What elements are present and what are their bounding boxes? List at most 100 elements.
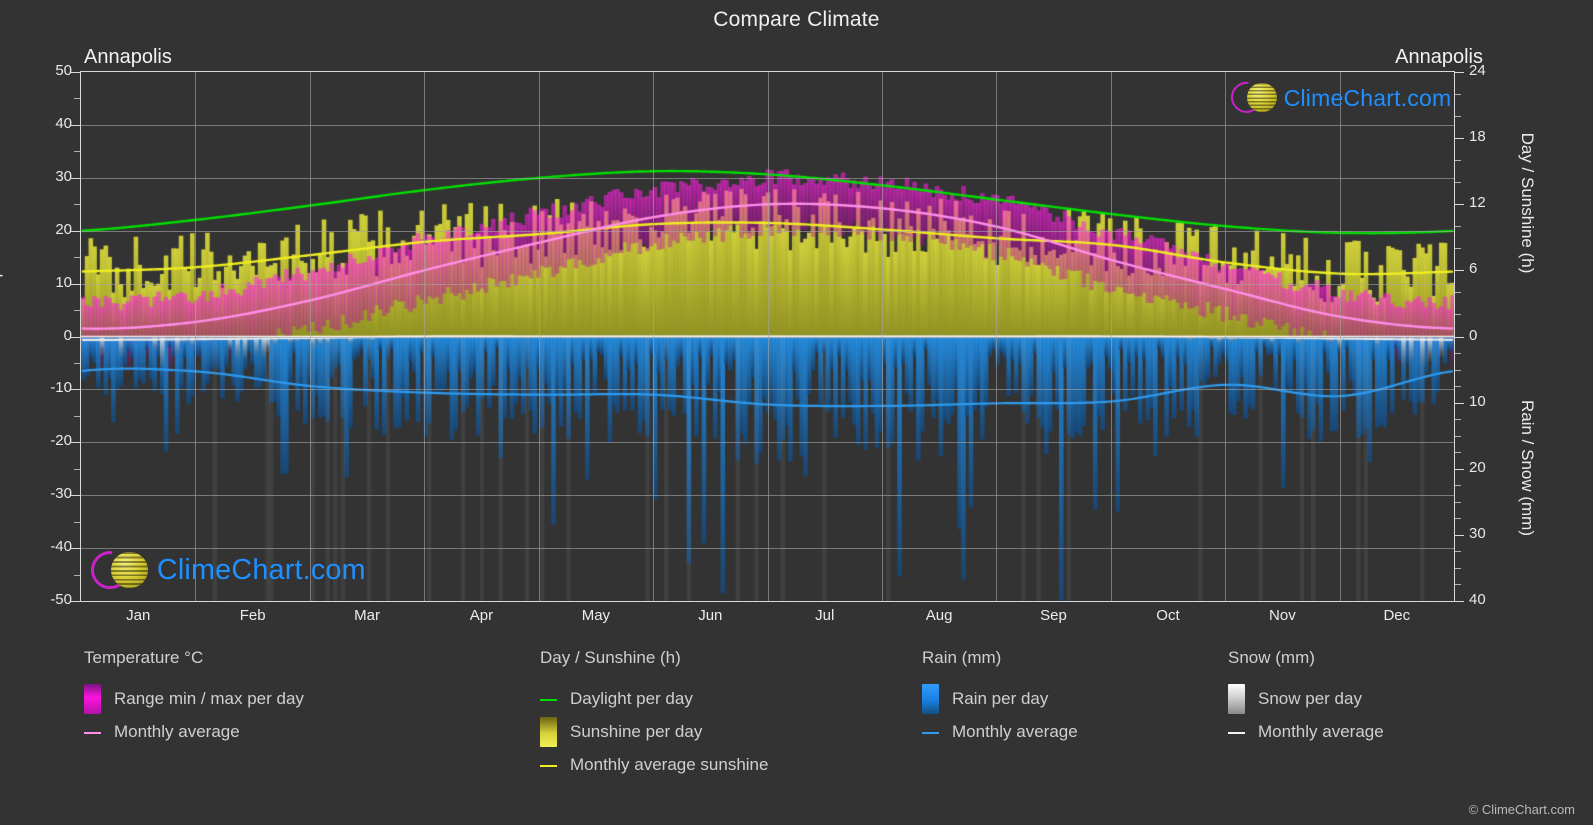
y-axis-right-bottom-tick-label: 40	[1469, 591, 1486, 608]
legend-item[interactable]: Snow per day	[1228, 682, 1384, 715]
legend-item-label: Monthly average sunshine	[570, 754, 769, 774]
climechart-logo-icon	[83, 542, 157, 597]
legend-line-icon	[922, 717, 939, 747]
legend-item[interactable]: Monthly average	[84, 715, 304, 748]
legend-line-icon	[1228, 717, 1245, 747]
y-axis-left-tick-label: 40	[55, 114, 72, 132]
legend-line-icon	[540, 684, 557, 714]
x-axis-tick-label: Jan	[126, 607, 151, 624]
legend-column-rain-mm: Rain (mm) Rain per day Monthly average	[922, 648, 1078, 748]
y-axis-right-bottom-tick-label: 20	[1469, 458, 1486, 476]
legend-item-label: Rain per day	[952, 688, 1049, 708]
y-axis-left-tick-label: 0	[63, 326, 72, 344]
y-axis-right-tick-minor	[1455, 353, 1461, 354]
y-axis-right-top-tick-label: 0	[1469, 326, 1478, 344]
legend-item[interactable]: Monthly average	[1228, 715, 1384, 748]
y-axis-right-tick-minor	[1455, 502, 1461, 503]
y-axis-right-tick-minor	[1455, 386, 1461, 387]
y-axis-left-tick-label: 20	[55, 220, 72, 238]
watermark-logo-top: ClimeChart.com	[1224, 76, 1451, 120]
page-title: Compare Climate	[713, 8, 880, 31]
y-axis-right-tick	[1455, 535, 1464, 536]
climechart-logo-icon	[1224, 76, 1284, 120]
y-axis-left-tick-minor	[74, 416, 80, 417]
legend-item[interactable]: Rain per day	[922, 682, 1078, 715]
y-axis-left-tick-minor	[74, 363, 80, 364]
gridline-vertical	[653, 72, 654, 601]
y-axis-right-tick	[1455, 337, 1464, 338]
x-axis-tick-label: May	[581, 607, 611, 624]
y-axis-right-tick-minor	[1455, 485, 1461, 486]
x-axis-tick-label: Mar	[354, 607, 380, 624]
y-axis-left-tick-label: -50	[50, 591, 72, 608]
climechart-wordmark: ClimeChart.com	[156, 553, 366, 586]
y-axis-right-tick-minor	[1455, 226, 1461, 227]
y-axis-right-tick	[1455, 270, 1464, 271]
y-axis-right-tick-minor	[1455, 94, 1461, 95]
y-axis-left-tick-minor	[74, 98, 80, 99]
legend-group-title: Day / Sunshine (h)	[540, 648, 681, 667]
y-axis-right-top-title: Day / Sunshine (h)	[1518, 132, 1537, 274]
y-axis-right-bottom-tick-label: 10	[1469, 392, 1486, 410]
y-axis-right-tick	[1455, 204, 1464, 205]
y-axis-left-tick-label: 10	[55, 273, 72, 291]
gridline-vertical	[768, 72, 769, 601]
legend-line-icon	[84, 717, 101, 747]
chart-plot-area: ClimeChart.com ClimeChart.com	[80, 71, 1455, 602]
y-axis-left-tick-label: -40	[50, 538, 72, 556]
x-axis-tick-label: Feb	[239, 607, 266, 624]
y-axis-left-tick-minor	[74, 257, 80, 258]
gridline-vertical	[539, 72, 540, 601]
legend-swatch-icon	[922, 683, 939, 714]
gridline-vertical	[1111, 72, 1112, 601]
climate-chart-page: Compare Climate Annapolis Annapolis Temp…	[0, 0, 1593, 825]
y-axis-right-top-tick-label: 18	[1469, 128, 1486, 146]
legend-column-snow-mm: Snow (mm) Snow per day Monthly average	[1228, 648, 1384, 748]
legend-item-label: Monthly average	[114, 721, 240, 741]
y-axis-right-tick-minor	[1455, 518, 1461, 519]
y-axis-left-tick-minor	[74, 151, 80, 152]
legend-item[interactable]: Monthly average	[922, 715, 1078, 748]
x-axis-tick-label: Nov	[1269, 607, 1296, 624]
y-axis-left-tick	[71, 495, 80, 496]
gridline-vertical	[424, 72, 425, 601]
y-axis-right-tick-minor	[1455, 568, 1461, 569]
gridline-vertical	[996, 72, 997, 601]
y-axis-left-tick-minor	[74, 310, 80, 311]
watermark-logo-bottom: ClimeChart.com	[83, 542, 366, 597]
y-axis-right-tick-minor	[1455, 436, 1461, 437]
y-axis-right-tick	[1455, 138, 1464, 139]
y-axis-left-tick-minor	[74, 469, 80, 470]
y-axis-right-bottom-title: Rain / Snow (mm)	[1518, 399, 1537, 536]
gridline-vertical	[882, 72, 883, 601]
y-axis-right-tick-minor	[1455, 248, 1461, 249]
y-axis-right-tick-minor	[1455, 292, 1461, 293]
y-axis-right-top-tick-label: 6	[1469, 260, 1478, 278]
y-axis-left-tick	[71, 389, 80, 390]
legend-item[interactable]: Sunshine per day	[540, 715, 768, 748]
legend-item[interactable]: Monthly average sunshine	[540, 748, 768, 781]
legend-item-label: Daylight per day	[570, 688, 693, 708]
legend-swatch-icon	[540, 716, 557, 747]
y-axis-right-tick-minor	[1455, 160, 1461, 161]
gridline-vertical	[195, 72, 196, 601]
y-axis-right-top-tick-label: 12	[1469, 194, 1486, 212]
x-axis-tick-label: Dec	[1383, 607, 1411, 624]
y-axis-right-tick	[1455, 469, 1464, 470]
y-axis-left-tick-label: -10	[50, 379, 72, 397]
legend-column-day-sunshine-h: Day / Sunshine (h) Daylight per day Sunshi…	[540, 648, 768, 781]
legend-item[interactable]: Range min / max per day	[84, 682, 304, 715]
y-axis-left-tick-label: -20	[50, 432, 72, 450]
y-axis-right-top-tick-label: 24	[1469, 62, 1486, 79]
legend-group-title: Snow (mm)	[1228, 648, 1315, 667]
x-axis-tick-label: Apr	[469, 607, 494, 624]
legend-item[interactable]: Daylight per day	[540, 682, 768, 715]
y-axis-left-tick-label: 30	[55, 167, 72, 185]
y-axis-right-tick	[1455, 403, 1464, 404]
logo-sun-icon	[1247, 83, 1277, 113]
legend-item-label: Monthly average	[952, 721, 1078, 741]
x-axis-tick-label: Sep	[1040, 607, 1067, 624]
legend-column-temperature-c: Temperature °C Range min / max per day Mon…	[84, 648, 304, 748]
y-axis-left-title: Temperature °C	[0, 190, 3, 310]
y-axis-left-tick-label: -30	[50, 485, 72, 503]
